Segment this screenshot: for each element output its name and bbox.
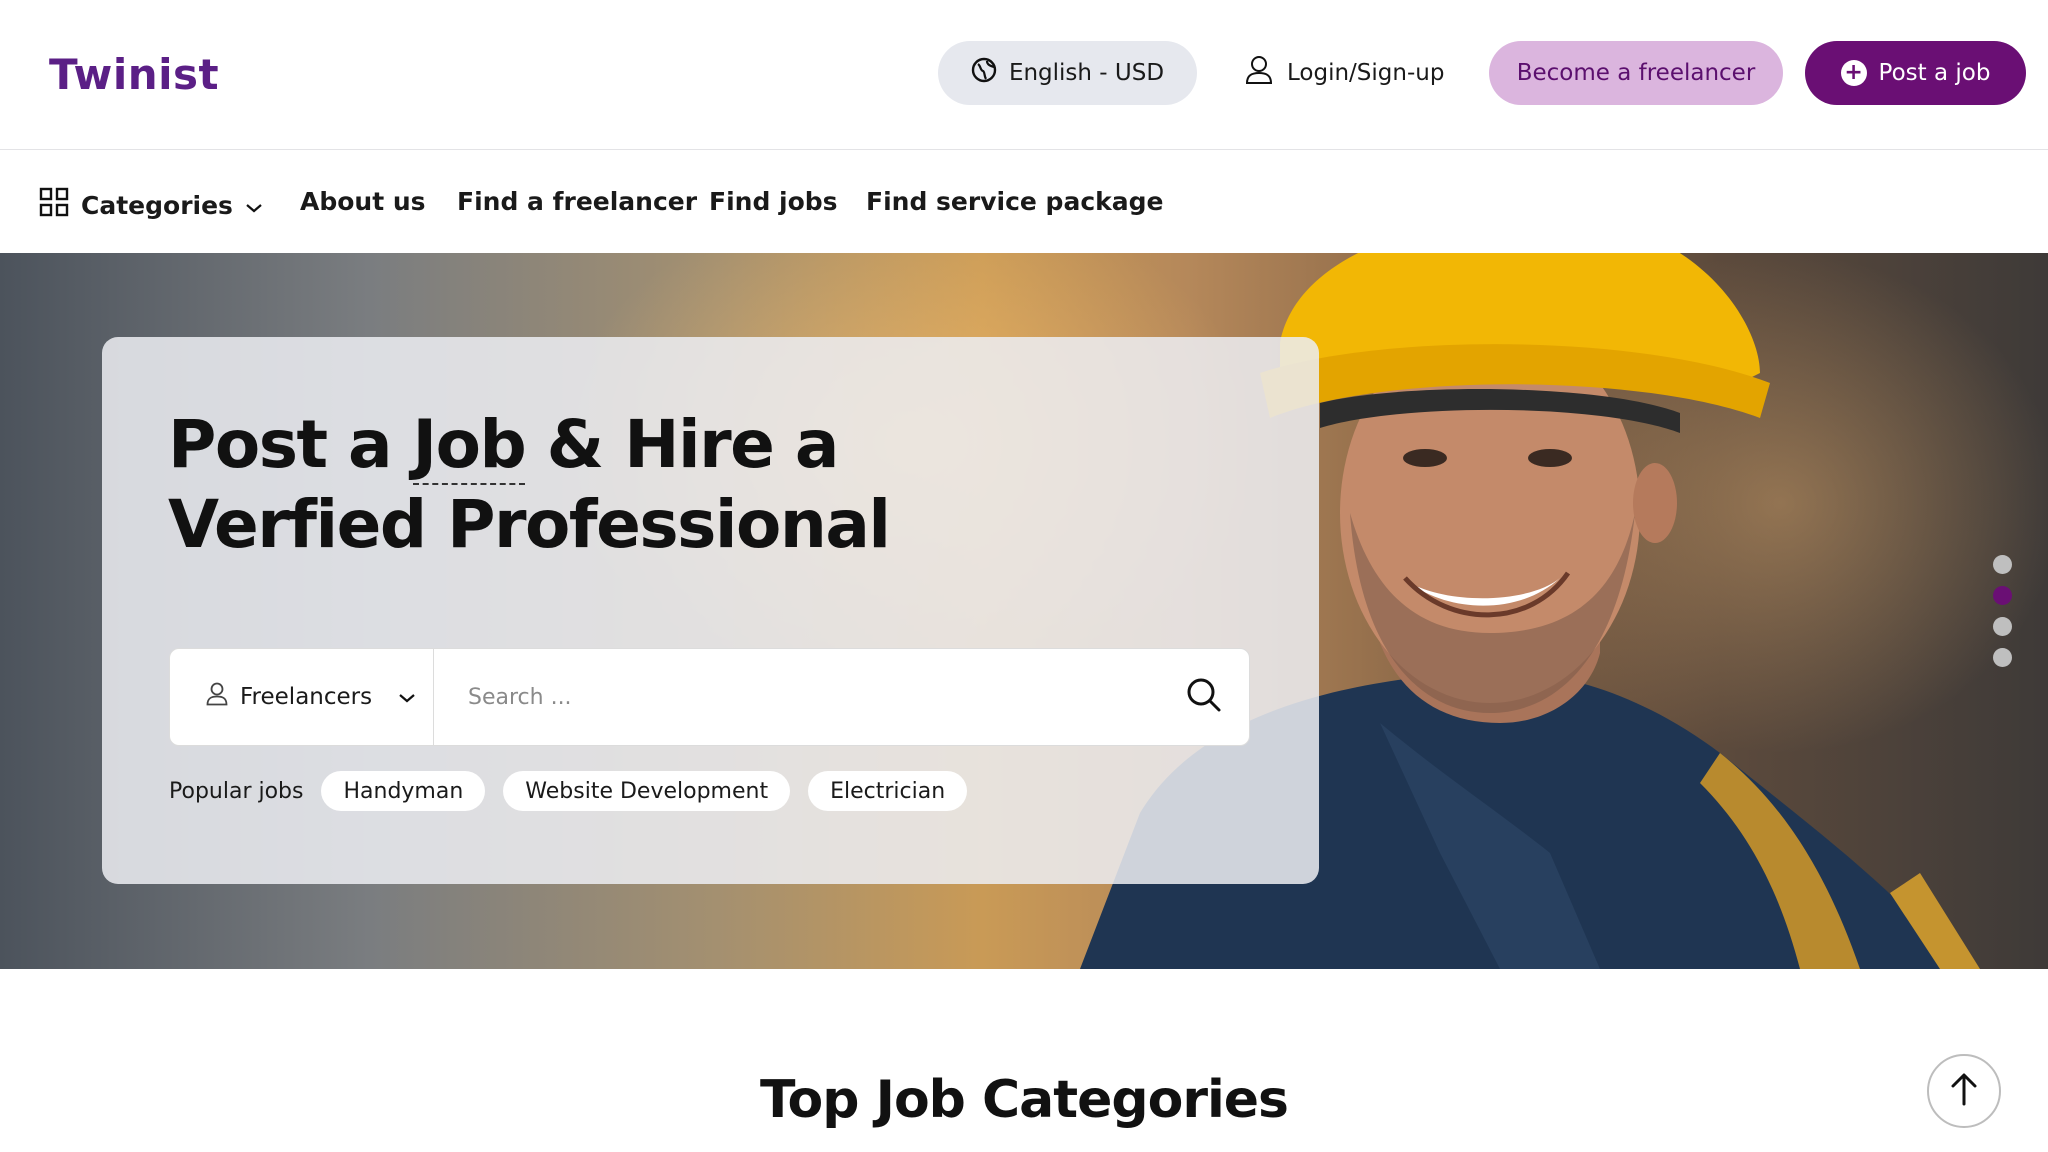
nav-find-jobs[interactable]: Find jobs [709,187,838,216]
logo[interactable]: Twinist [49,50,219,99]
nav-find-freelancer[interactable]: Find a freelancer [457,187,697,216]
hero-title-highlight: Job [412,406,527,485]
slider-dots [1993,555,2012,667]
nav-categories-label: Categories [81,190,233,220]
language-label: English - USD [1008,60,1165,86]
become-freelancer-label: Become a freelancer [1516,60,1756,86]
hero-search-card: Post a Job & Hire a Verfied Professional… [102,337,1319,884]
chevron-down-icon [398,684,416,710]
post-job-label: Post a job [1878,60,1991,86]
slider-dot[interactable] [1993,648,2012,667]
nav-find-service-package[interactable]: Find service package [866,187,1164,216]
user-icon [206,682,228,712]
slider-dot[interactable] [1993,555,2012,574]
popular-jobs-label: Popular jobs [169,778,304,804]
nav-about-us[interactable]: About us [300,187,426,216]
language-currency-button[interactable]: English - USD [938,41,1197,105]
plus-circle-icon: + [1840,60,1867,86]
scroll-to-top-button[interactable] [1927,1054,2001,1128]
search-icon [1186,677,1222,717]
search-input-wrap [434,649,1159,745]
login-label: Login/Sign-up [1287,60,1445,86]
popular-job-tag[interactable]: Website Development [503,771,791,811]
hero-banner: Post a Job & Hire a Verfied Professional… [0,253,2048,969]
search-input[interactable] [468,684,1108,710]
slider-dot-active[interactable] [1993,586,2012,605]
search-type-dropdown[interactable]: Freelancers [170,649,434,745]
hero-title: Post a Job & Hire a Verfied Professional [168,406,891,563]
chevron-down-icon [245,191,263,220]
user-icon [1245,55,1273,91]
search-submit-button[interactable] [1159,649,1249,745]
globe-icon [971,57,997,89]
nav-categories[interactable]: Categories [39,187,263,223]
post-job-button[interactable]: + Post a job [1805,41,2026,105]
grid-icon [39,187,69,223]
popular-job-tag[interactable]: Handyman [321,771,486,811]
become-freelancer-button[interactable]: Become a freelancer [1489,41,1783,105]
slider-dot[interactable] [1993,617,2012,636]
search-bar: Freelancers [169,648,1250,746]
arrow-up-icon [1949,1072,1979,1110]
site-header: Twinist English - USD Login/Sign-up Beco… [0,0,2048,150]
popular-job-tag[interactable]: Electrician [808,771,968,811]
popular-jobs: Popular jobs Handyman Website Developmen… [169,771,968,811]
main-nav: Categories About us Find a freelancer Fi… [0,151,2048,253]
login-signup-link[interactable]: Login/Sign-up [1245,41,1444,105]
section-title: Top Job Categories [759,1070,1289,1130]
search-type-selected: Freelancers [240,684,373,710]
